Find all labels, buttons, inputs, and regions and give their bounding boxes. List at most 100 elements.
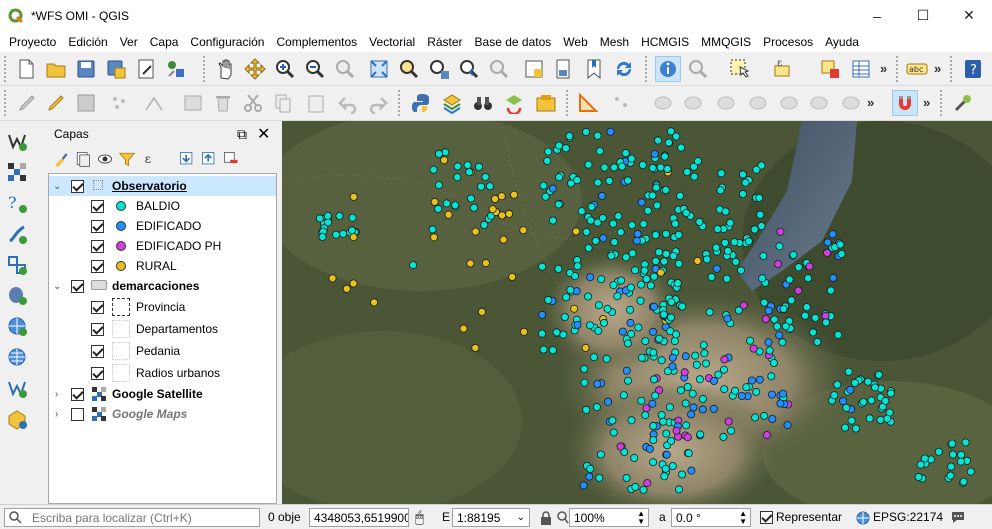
select-by-expression-icon[interactable]: ε [770, 56, 796, 82]
redo-icon[interactable] [365, 90, 391, 116]
toolbar-grip[interactable] [203, 56, 208, 82]
add-virtual-layer-icon[interactable] [4, 252, 30, 278]
add-wfs-icon[interactable] [4, 375, 30, 401]
legend-item-rural[interactable]: RURAL [49, 256, 276, 276]
locator-search-input[interactable]: Escriba para localizar (Ctrl+K) [4, 508, 260, 527]
layer-visibility-checkbox[interactable] [91, 366, 104, 380]
data-source-manager-icon[interactable] [4, 128, 30, 154]
add-delimited-text-icon[interactable]: ? [4, 190, 30, 216]
legend-item-edificado[interactable]: EDIFICADO [49, 216, 276, 236]
label-tool-icon[interactable]: abc [904, 56, 930, 82]
add-vertex-disabled-icon[interactable] [608, 90, 634, 116]
toolbar-grip[interactable] [940, 90, 945, 116]
zoom-in-icon[interactable] [272, 56, 298, 82]
menu-hcmgis[interactable]: HCMGIS [635, 35, 695, 49]
coordinate-field[interactable]: 4348053,6519900 [309, 508, 409, 527]
layer-visibility-checkbox[interactable] [91, 300, 104, 314]
messages-icon[interactable] [950, 510, 966, 525]
add-postgis-icon[interactable] [4, 282, 30, 308]
toolbar-grip[interactable] [398, 90, 403, 116]
collapse-arrow-icon[interactable]: ⌄ [53, 181, 63, 192]
layer-google-satellite[interactable]: › Google Satellite [49, 384, 276, 404]
refresh-icon[interactable] [611, 56, 637, 82]
style-manager-icon[interactable] [163, 56, 189, 82]
attribute-table-icon[interactable] [848, 56, 874, 82]
toolbar-grip[interactable] [896, 56, 901, 82]
new-project-icon[interactable] [13, 56, 39, 82]
temporal-controller-icon[interactable] [551, 56, 577, 82]
expand-arrow-icon[interactable]: › [55, 409, 65, 420]
layer-visibility-checkbox[interactable] [91, 344, 104, 358]
toolbar-overflow-icon[interactable]: » [934, 61, 941, 76]
toolbar-overflow-icon[interactable]: » [923, 95, 930, 110]
zoom-native-icon[interactable] [332, 56, 358, 82]
zoom-to-layer-icon[interactable] [426, 56, 452, 82]
layer-visibility-checkbox[interactable] [71, 279, 84, 293]
add-vector-tile-icon[interactable] [4, 406, 30, 432]
undo-icon[interactable] [335, 90, 361, 116]
menu-capa[interactable]: Capa [144, 35, 185, 49]
zoom-full-icon[interactable] [366, 56, 392, 82]
filter-legend-icon[interactable] [116, 148, 138, 170]
menu-edicion[interactable]: Edición [62, 35, 113, 49]
snapping-magnet-icon[interactable] [892, 90, 918, 116]
legend-item-baldio[interactable]: BALDIO [49, 196, 276, 216]
layer-visibility-checkbox[interactable] [71, 387, 84, 401]
sync-layers-icon[interactable] [501, 90, 527, 116]
layer-google-maps[interactable]: › Google Maps [49, 404, 276, 424]
reshape-disabled-icon[interactable] [650, 90, 676, 116]
close-button[interactable]: ✕ [946, 0, 992, 31]
rotate-disabled-icon[interactable] [745, 90, 771, 116]
delete-selected-icon[interactable] [210, 90, 236, 116]
save-edits-icon[interactable] [73, 90, 99, 116]
save-project-icon[interactable] [73, 56, 99, 82]
menu-proyecto[interactable]: Proyecto [3, 35, 62, 49]
layer-pedania[interactable]: Pedania [49, 341, 276, 361]
layer-visibility-checkbox[interactable] [91, 322, 104, 336]
paste-features-icon[interactable] [303, 90, 329, 116]
rotation-spinbox[interactable]: 0.0 ° ▲ ▼ [671, 508, 751, 527]
layer-departamentos[interactable]: Departamentos [49, 319, 276, 339]
toggle-editing-icon[interactable] [43, 90, 69, 116]
menu-mmqgis[interactable]: MMQGIS [695, 35, 757, 49]
binoculars-icon[interactable] [470, 90, 496, 116]
zoom-out-icon[interactable] [302, 56, 328, 82]
print-layout-icon[interactable] [133, 56, 159, 82]
modify-attributes-icon[interactable] [180, 90, 206, 116]
menu-configuracion[interactable]: Configuración [184, 35, 270, 49]
menu-raster[interactable]: Ráster [421, 35, 468, 49]
legend-checkbox[interactable] [91, 239, 104, 253]
float-panel-icon[interactable]: ⧉ [237, 126, 247, 143]
legend-checkbox[interactable] [91, 259, 104, 273]
layer-group-demarcaciones[interactable]: ⌄ demarcaciones [49, 276, 276, 296]
scale-combobox[interactable]: 1:88195 ⌄ [452, 508, 530, 527]
cut-features-icon[interactable] [240, 90, 266, 116]
zoom-last-icon[interactable] [456, 56, 482, 82]
add-point-icon[interactable] [106, 90, 132, 116]
digitize-angle-icon[interactable] [575, 90, 601, 116]
identify-features-icon[interactable] [655, 56, 681, 82]
collapse-arrow-icon[interactable]: ⌄ [53, 281, 63, 292]
menu-complementos[interactable]: Complementos [270, 35, 363, 49]
lock-scale-icon[interactable] [540, 511, 552, 525]
copy-features-icon[interactable] [270, 90, 296, 116]
toolbar-grip[interactable] [645, 56, 650, 82]
expand-all-icon[interactable] [176, 148, 198, 170]
layer-visibility-checkbox[interactable] [71, 407, 84, 421]
delete-ring-disabled-icon[interactable] [838, 90, 864, 116]
deselect-all-icon[interactable] [817, 56, 843, 82]
toolbar-grip[interactable] [4, 56, 9, 82]
layer-visibility-checkbox[interactable] [71, 179, 84, 193]
toolbar-overflow-icon[interactable]: » [880, 61, 887, 76]
layer-group-observatorio[interactable]: ⌄ Observatorio [49, 176, 276, 196]
action-icon[interactable] [685, 56, 711, 82]
layer-styling-icon[interactable] [439, 90, 465, 116]
menu-ver[interactable]: Ver [114, 35, 144, 49]
magnifier-spinbox[interactable]: 100% ▲ ▼ [569, 508, 649, 527]
zoom-to-selection-icon[interactable] [396, 56, 422, 82]
menu-mesh[interactable]: Mesh [594, 35, 635, 49]
add-wcs-icon[interactable] [4, 344, 30, 370]
help-icon[interactable]: ? [960, 56, 986, 82]
legend-checkbox[interactable] [91, 199, 104, 213]
menu-base-de-datos[interactable]: Base de datos [469, 35, 558, 49]
